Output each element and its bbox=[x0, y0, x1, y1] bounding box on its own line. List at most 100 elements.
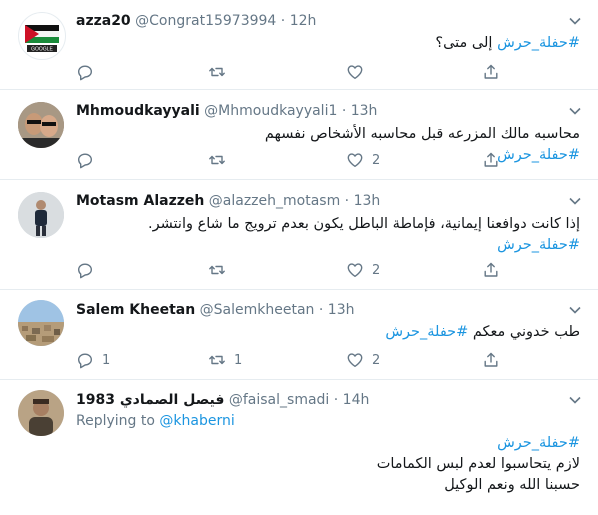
like-count: 2 bbox=[372, 152, 381, 168]
reply-icon bbox=[78, 263, 92, 279]
tweet-text-content: محاسبه مالك المزرعه قبل محاسبه الأشخاص ن… bbox=[264, 126, 580, 142]
tweet-actions: 2 bbox=[68, 149, 508, 171]
reply-button[interactable] bbox=[76, 149, 102, 171]
avatar[interactable]: GOOGLE bbox=[18, 12, 66, 60]
like-count: 2 bbox=[372, 262, 381, 278]
display-name[interactable]: Salem Kheetan bbox=[76, 302, 195, 318]
tweet[interactable]: Motasm Alazzeh @alazzeh_motasm · 13h إذا… bbox=[0, 180, 598, 290]
tweet-actions: 2 bbox=[68, 259, 508, 281]
tweet-feed: GOOGLE azza20 @Congrat15973994 · 12h #حف… bbox=[0, 0, 598, 515]
avatar[interactable] bbox=[18, 390, 64, 436]
like-button[interactable]: 2 bbox=[346, 149, 380, 171]
timestamp[interactable]: 12h bbox=[290, 13, 317, 29]
tweet-text: #حفلة_حرش إلى متى؟ bbox=[76, 33, 580, 54]
retweet-button[interactable] bbox=[208, 259, 234, 281]
timestamp[interactable]: 13h bbox=[354, 193, 381, 209]
caret-down-icon[interactable] bbox=[568, 104, 582, 118]
avatar-image: GOOGLE bbox=[25, 25, 59, 53]
tweet-header: Salem Kheetan @Salemkheetan · 13h bbox=[76, 300, 564, 320]
tweet-text: #حفلة_حرش لازم يتحاسبوا لعدم لبس الكماما… bbox=[76, 433, 580, 496]
retweet-count: 1 bbox=[234, 352, 243, 368]
like-button[interactable]: 2 bbox=[346, 259, 380, 281]
share-button[interactable] bbox=[482, 149, 500, 171]
replying-to-link[interactable]: @khaberni bbox=[159, 413, 234, 429]
display-name[interactable]: Motasm Alazzeh bbox=[76, 193, 204, 209]
reply-button[interactable] bbox=[76, 61, 102, 83]
avatar-image bbox=[18, 192, 64, 238]
share-icon bbox=[484, 352, 498, 367]
tweet-header: فيصل الصمادي 1983 @faisal_smadi · 14h bbox=[76, 390, 564, 410]
svg-text:GOOGLE: GOOGLE bbox=[31, 47, 53, 53]
caret-down-icon[interactable] bbox=[568, 393, 582, 407]
avatar[interactable] bbox=[18, 102, 64, 148]
retweet-button[interactable]: 1 bbox=[208, 349, 242, 371]
retweet-icon bbox=[209, 265, 225, 275]
avatar-image bbox=[18, 390, 64, 436]
user-handle[interactable]: @alazzeh_motasm bbox=[209, 193, 340, 209]
reply-button[interactable]: 1 bbox=[76, 349, 110, 371]
retweet-button[interactable] bbox=[208, 61, 234, 83]
like-icon bbox=[347, 65, 363, 79]
tweet-actions: 1 1 2 bbox=[68, 349, 508, 371]
replying-to-label: Replying to bbox=[76, 413, 155, 429]
hashtag-link[interactable]: #حفلة_حرش bbox=[76, 235, 580, 256]
caret-down-icon[interactable] bbox=[568, 303, 582, 317]
like-button[interactable] bbox=[346, 61, 372, 83]
timestamp[interactable]: 13h bbox=[351, 103, 378, 119]
share-button[interactable] bbox=[482, 61, 500, 83]
reply-button[interactable] bbox=[76, 259, 102, 281]
share-button[interactable] bbox=[482, 349, 500, 371]
user-handle[interactable]: @Mhmoudkayyali1 bbox=[204, 103, 337, 119]
reply-icon bbox=[78, 153, 92, 169]
avatar[interactable] bbox=[18, 192, 64, 238]
tweet-header: Mhmoudkayyali @Mhmoudkayyali1 · 13h bbox=[76, 101, 564, 121]
tweet[interactable]: Mhmoudkayyali @Mhmoudkayyali1 · 13h محاس… bbox=[0, 90, 598, 180]
display-name[interactable]: فيصل الصمادي 1983 bbox=[76, 392, 224, 408]
tweet-actions bbox=[68, 61, 508, 83]
share-icon bbox=[484, 262, 498, 277]
avatar-image bbox=[18, 102, 64, 148]
hashtag-link[interactable]: #حفلة_حرش bbox=[76, 433, 580, 454]
separator-dot: · bbox=[280, 13, 286, 29]
avatar[interactable] bbox=[18, 300, 64, 346]
user-handle[interactable]: @faisal_smadi bbox=[229, 392, 329, 408]
tweet-text: طب خدوني معكم #حفلة_حرش bbox=[76, 322, 580, 343]
caret-down-icon[interactable] bbox=[568, 14, 582, 28]
tweet-text: إذا كانت دوافعنا إيمانية، فإماطة الباطل … bbox=[76, 214, 580, 256]
replying-to: Replying to @khaberni bbox=[76, 411, 235, 431]
separator-dot: · bbox=[341, 103, 347, 119]
like-button[interactable]: 2 bbox=[346, 349, 380, 371]
avatar-image bbox=[18, 300, 64, 346]
retweet-button[interactable] bbox=[208, 149, 234, 171]
user-handle[interactable]: @Salemkheetan bbox=[200, 302, 315, 318]
like-count: 2 bbox=[372, 352, 381, 368]
separator-dot: · bbox=[344, 193, 350, 209]
display-name[interactable]: azza20 bbox=[76, 13, 131, 29]
display-name[interactable]: Mhmoudkayyali bbox=[76, 103, 200, 119]
tweet[interactable]: Salem Kheetan @Salemkheetan · 13h طب خدو… bbox=[0, 290, 598, 380]
user-handle[interactable]: @Congrat15973994 bbox=[135, 13, 276, 29]
separator-dot: · bbox=[333, 392, 339, 408]
timestamp[interactable]: 14h bbox=[343, 392, 370, 408]
share-icon bbox=[484, 152, 498, 167]
share-icon bbox=[484, 64, 498, 79]
tweet-text-line: لازم يتحاسبوا لعدم لبس الكمامات bbox=[376, 456, 580, 472]
tweet-header: azza20 @Congrat15973994 · 12h bbox=[76, 11, 564, 31]
like-icon bbox=[347, 153, 363, 167]
tweet-text-line: حسبنا الله ونعم الوكيل bbox=[444, 477, 580, 493]
retweet-icon bbox=[209, 155, 225, 165]
reply-count: 1 bbox=[102, 352, 111, 368]
tweet[interactable]: GOOGLE azza20 @Congrat15973994 · 12h #حف… bbox=[0, 0, 598, 90]
retweet-icon bbox=[209, 355, 225, 365]
like-icon bbox=[347, 263, 363, 277]
tweet-header: Motasm Alazzeh @alazzeh_motasm · 13h bbox=[76, 191, 564, 211]
hashtag-link[interactable]: #حفلة_حرش bbox=[497, 35, 580, 51]
timestamp[interactable]: 13h bbox=[328, 302, 355, 318]
caret-down-icon[interactable] bbox=[568, 194, 582, 208]
share-button[interactable] bbox=[482, 259, 500, 281]
tweet[interactable]: فيصل الصمادي 1983 @faisal_smadi · 14h Re… bbox=[0, 380, 598, 515]
retweet-icon bbox=[209, 67, 225, 77]
reply-icon bbox=[78, 353, 92, 369]
hashtag-link[interactable]: #حفلة_حرش bbox=[385, 324, 468, 340]
reply-icon bbox=[78, 65, 92, 81]
